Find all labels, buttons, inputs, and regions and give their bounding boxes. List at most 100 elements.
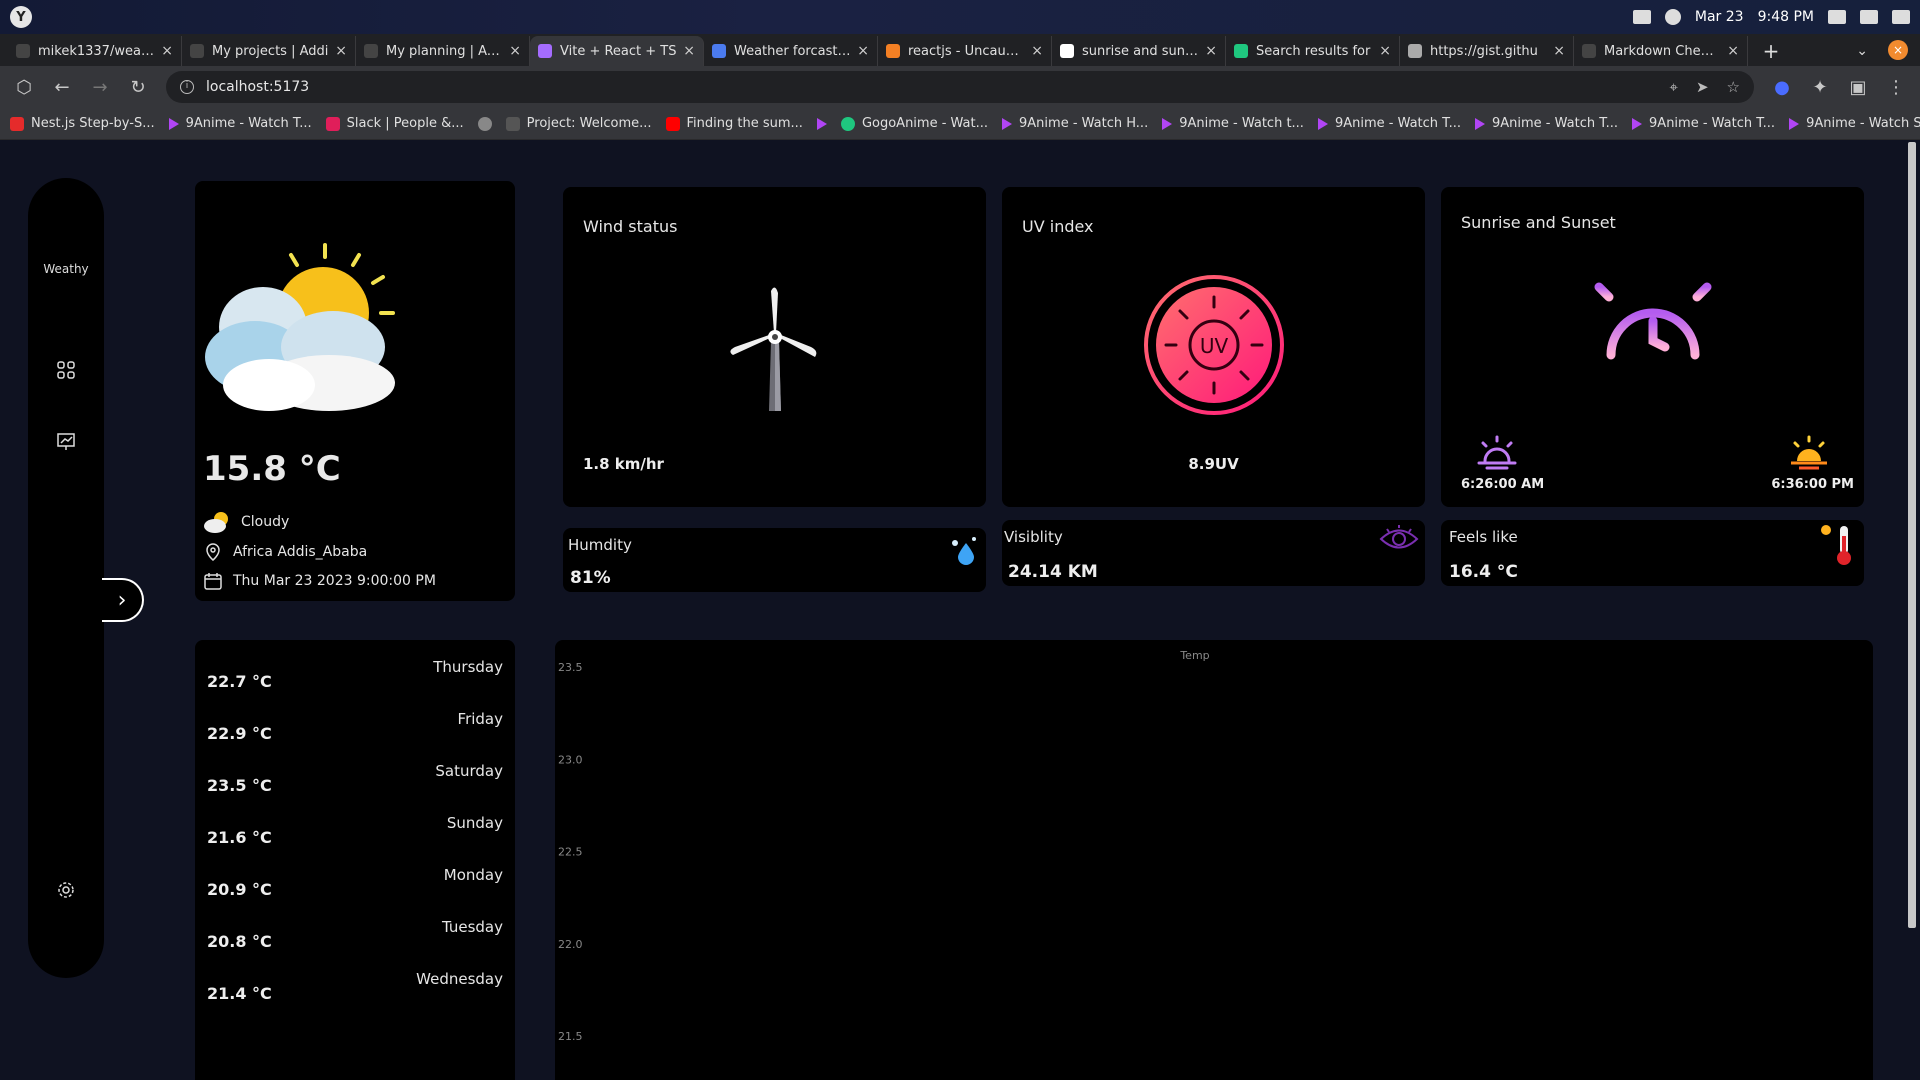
sunset-time: 6:36:00 PM [1771,477,1854,492]
back-icon[interactable]: ← [52,77,72,98]
browser-tab[interactable]: My planning | Addi × [356,36,530,66]
bookmark-item[interactable]: GogoAnime - Wat... [840,116,988,131]
bookmark-item[interactable]: Slack | People &... [325,116,464,131]
tab-close-icon[interactable]: × [509,43,521,59]
steam-icon[interactable] [1664,9,1681,25]
wifi-icon[interactable] [1828,10,1846,24]
tab-close-icon[interactable]: × [1553,43,1565,59]
bookmark-item[interactable]: 9Anime - Watch T... [1317,116,1461,131]
browser-tab[interactable]: sunrise and sunse × [1052,36,1226,66]
tab-title: Markdown Cheatsh [1604,43,1722,59]
browser-toolbar: ⬡ ← → ↻ i localhost:5173 ⌖ ➤ ☆ ● ✦ ▣ ⋮ [0,66,1920,108]
cloudy-small-icon [204,512,228,533]
current-weather-card: 15.8 °C Cloudy Africa Addis_Ababa Thu Ma… [195,181,515,601]
battery-icon[interactable] [1892,10,1910,24]
bookmark-label: 9Anime - Watch T... [1649,116,1776,131]
browser-tab[interactable]: Vite + React + TS × [530,36,704,66]
uv-index-card: UV index UV 8.9UV [1002,187,1425,507]
current-temperature: 15.8 °C [203,449,341,489]
tab-close-icon[interactable]: × [1379,43,1391,59]
dashboard-grid-icon[interactable] [56,360,76,380]
chart-presentation-icon[interactable] [56,432,76,452]
tab-search-chevron-icon[interactable]: ⌄ [1856,36,1868,66]
uv-badge-text: UV [1200,334,1229,358]
uv-value: 8.9UV [1188,455,1239,473]
bookmark-item[interactable]: Finding the sum... [665,116,803,131]
weekly-forecast-card: 22.7 °C Thursday 22.9 °C Friday 23.5 °C Satur… [195,640,515,1080]
location-icon[interactable]: ⌖ [1670,78,1678,96]
browser-tab[interactable]: https://gist.githu × [1400,36,1574,66]
page-scrollbar[interactable] [1908,142,1916,928]
puzzle-icon[interactable]: ✦ [1810,77,1830,98]
bookmark-label: 9Anime - Watch T... [1491,116,1619,131]
tab-favicon-icon [1060,44,1074,58]
reload-icon[interactable]: ↻ [128,77,148,98]
settings-gear-icon[interactable] [56,880,76,900]
browser-tab[interactable]: mikek1337/weathe × [8,36,182,66]
send-icon[interactable]: ➤ [1696,78,1709,96]
browser-tab-strip: mikek1337/weathe × My projects | Addi × My p… [0,34,1920,66]
location-pin-icon [206,543,220,561]
forecast-row: 20.8 °C Tuesday [207,918,503,958]
os-top-bar: Y Mar 23 9:48 PM [0,0,1920,34]
forecast-day: Wednesday [416,970,503,988]
menu-kebab-icon[interactable]: ⋮ [1886,77,1906,98]
browser-tab[interactable]: My projects | Addi × [182,36,356,66]
sunrise-small-icon [1477,435,1517,470]
tab-close-icon[interactable]: × [1205,43,1217,59]
url-text[interactable]: localhost:5173 [206,79,309,95]
sunrise-time: 6:26:00 AM [1461,477,1545,492]
tab-close-icon[interactable]: × [683,43,695,59]
browser-tab[interactable]: Markdown Cheatsh × [1574,36,1748,66]
bookmark-item[interactable]: 9Anime - Watch T... [1632,116,1775,131]
thermometer-icon [1821,525,1851,565]
os-logo-icon[interactable]: Y [10,6,32,28]
forecast-temp: 23.5 °C [207,776,272,795]
tab-close-icon[interactable]: × [857,43,869,59]
tab-favicon-icon [190,44,204,58]
side-panel-icon[interactable]: ▣ [1848,77,1868,98]
tab-close-icon[interactable]: × [1031,43,1043,59]
feels-value: 16.4 °C [1449,562,1518,582]
bookmark-item[interactable]: Project: Welcome... [505,116,652,131]
address-bar[interactable]: i localhost:5173 ⌖ ➤ ☆ [166,71,1754,103]
bookmark-star-icon[interactable]: ☆ [1727,78,1740,96]
y-tick-label: 23.0 [558,753,583,766]
temperature-chart-svg: Temp 23.5 23.0 22.5 22.0 21.5 [558,649,1210,1043]
profile-avatar[interactable]: × [1888,40,1908,60]
forecast-day: Sunday [446,814,503,832]
browser-tab[interactable]: Search results for × [1226,36,1400,66]
screen-icon[interactable] [1632,10,1651,24]
extension-shield-icon[interactable]: ⬡ [14,77,34,98]
tab-close-icon[interactable]: × [161,43,173,59]
bookmark-label: 9Anime - Watch T... [1334,116,1461,131]
browser-tab[interactable]: Weather forcast si × [704,36,878,66]
forecast-row: 22.9 °C Friday [207,710,503,750]
bookmark-item[interactable] [477,116,492,131]
new-tab-button[interactable]: + [1756,36,1786,66]
bookmark-item[interactable]: 9Anime - Watch T... [168,116,312,131]
tab-favicon-icon [1234,44,1248,58]
extension-icon[interactable]: ● [1772,77,1792,98]
sidebar-expand-chevron-icon[interactable]: › [102,578,144,622]
browser-tab[interactable]: reactjs - Uncaught × [878,36,1052,66]
bookmark-item[interactable]: 9Anime - Watch t... [1162,116,1304,131]
globe-favicon-icon [477,116,492,131]
forecast-temp: 20.8 °C [207,932,272,951]
site-info-icon[interactable]: i [180,80,194,94]
condition-row: Cloudy [203,511,289,533]
bookmark-item[interactable]: 9Anime - Watch T... [1474,116,1619,131]
forecast-row: 21.4 °C Wednesday [207,970,503,1010]
play-triangle-icon [1789,117,1800,130]
bookmark-item[interactable] [816,116,827,131]
tab-favicon-icon [16,44,30,58]
forward-icon[interactable]: → [90,77,110,98]
calendar-icon [204,573,222,590]
bookmark-label: Finding the sum... [686,116,803,131]
bookmark-item[interactable]: 9Anime - Watch S... [1789,116,1920,131]
tab-close-icon[interactable]: × [335,43,347,59]
tab-close-icon[interactable]: × [1727,43,1739,59]
bookmark-item[interactable]: Nest.js Step-by-S... [10,116,155,131]
volume-icon[interactable] [1860,10,1878,24]
bookmark-item[interactable]: 9Anime - Watch H... [1002,116,1148,131]
